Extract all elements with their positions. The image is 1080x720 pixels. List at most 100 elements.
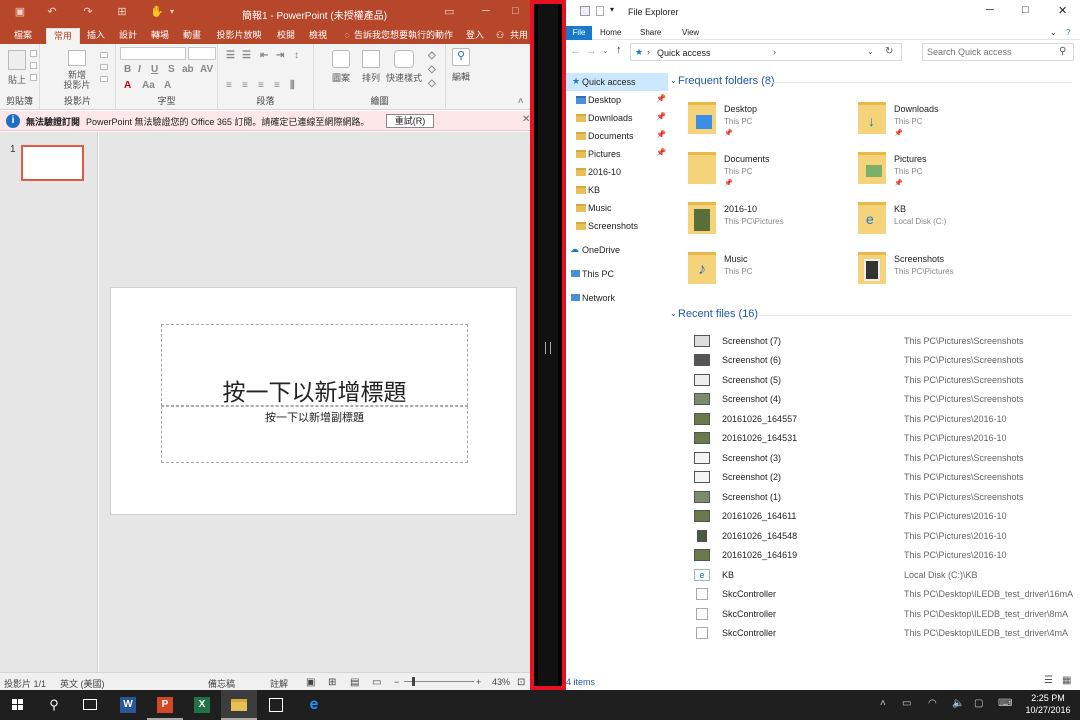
qat-dropdown-icon[interactable]: ▾ [610,5,614,14]
find-icon[interactable]: ⚲ [452,48,470,66]
folder-tile-downloads[interactable]: ↓ Downloads This PC 📌 [858,102,1028,146]
line-spacing-icon[interactable]: ↕ [294,50,299,61]
address-bar[interactable]: ★ › Quick access › ⌄ ↻ [630,43,902,61]
clock[interactable]: 2:25 PM 10/27/2016 [1020,692,1076,716]
nav-item-kb[interactable]: KB [566,181,668,199]
recent-file-row[interactable]: 20161026_164619 This PC\Pictures\2016-10 [694,546,1080,565]
recent-files-header[interactable]: Recent files (16) [678,308,758,320]
font-name-select[interactable] [120,47,186,60]
touch-mode-icon[interactable]: ✋ [150,6,164,18]
recent-file-row[interactable]: e KB Local Disk (C:)\KB [694,566,1080,585]
expand-ribbon-icon[interactable]: ⌄ [1050,26,1057,40]
back-icon[interactable]: ← [570,45,581,57]
underline-icon[interactable]: U [151,64,158,75]
new-slide-button[interactable]: 新增 投影片 [56,70,98,90]
folder-tile-music[interactable]: ♪ Music This PC [688,252,858,296]
folder-tile-2016-10[interactable]: 2016-10 This PC\Pictures [688,202,858,246]
file-explorer-taskbar-icon[interactable] [221,690,257,720]
decrease-indent-icon[interactable]: ⇤ [260,50,268,61]
shapes-button[interactable]: 圖案 [326,71,356,84]
search-input[interactable] [927,46,1055,58]
snap-divider[interactable] [530,0,566,690]
zoom-out-icon[interactable]: − [394,677,399,687]
fit-slide-icon[interactable]: ⊡ [517,677,525,688]
format-painter-icon[interactable] [30,74,37,81]
nav-item-desktop[interactable]: Desktop 📌 [566,91,668,109]
tab-insert[interactable]: 插入 [82,28,110,44]
folder-tile-pictures[interactable]: Pictures This PC 📌 [858,152,1028,196]
recent-file-row[interactable]: Screenshot (3) This PC\Pictures\Screensho… [694,449,1080,468]
divider-handle[interactable] [545,342,551,354]
fe-tab-file[interactable]: File [566,26,592,40]
presenter-icon[interactable]: ⊞ [116,6,128,18]
recent-file-row[interactable]: 20161026_164611 This PC\Pictures\2016-10 [694,507,1080,526]
retry-button[interactable]: 重試(R) [386,114,434,128]
nav-item-2016-10[interactable]: 2016-10 [566,163,668,181]
properties-icon[interactable] [580,6,590,16]
tab-file[interactable]: 檔案 [6,28,40,44]
tab-design[interactable]: 設計 [114,28,142,44]
breadcrumb-chevron-icon[interactable]: › [647,47,650,57]
search-box[interactable]: ⚲ [922,43,1074,61]
recent-file-row[interactable]: 20161026_164531 This PC\Pictures\2016-10 [694,429,1080,448]
powerpoint-taskbar-icon[interactable]: P [147,690,183,720]
recent-file-row[interactable]: Screenshot (4) This PC\Pictures\Screensho… [694,390,1080,409]
slideshow-view-icon[interactable]: ▭ [372,677,381,688]
reset-icon[interactable] [100,64,108,70]
maximize-icon[interactable]: □ [512,5,519,17]
tab-slideshow[interactable]: 投影片放映 [212,28,266,44]
numbering-icon[interactable]: ☰ [242,50,251,61]
recent-file-row[interactable]: Screenshot (1) This PC\Pictures\Screensho… [694,488,1080,507]
collapse-chevron-icon[interactable]: ⌄ [670,76,677,85]
excel-icon[interactable]: X [184,690,220,720]
new-folder-qat-icon[interactable] [596,6,604,16]
tab-transitions[interactable]: 轉場 [146,28,174,44]
tell-me-box[interactable]: 告訴我您想要執行的動作 [354,28,454,44]
reading-view-icon[interactable]: ▤ [350,677,359,688]
shape-outline-icon[interactable]: ◇ [428,64,436,75]
address-dropdown-icon[interactable]: ⌄ [867,47,874,56]
italic-icon[interactable]: I [138,64,141,75]
zoom-level[interactable]: 43% [492,677,510,687]
qat-customize-icon[interactable]: ▾ [166,6,178,18]
recent-dropdown-icon[interactable]: ⌄ [602,46,609,55]
quick-styles-icon[interactable] [394,50,414,68]
clear-format-icon[interactable]: A [164,80,171,91]
refresh-icon[interactable]: ↻ [885,46,893,57]
tab-view[interactable]: 檢視 [304,28,332,44]
start-button[interactable] [0,690,36,720]
bullets-icon[interactable]: ☰ [226,50,235,61]
align-right-icon[interactable]: ≡ [258,80,264,91]
nav-item-music[interactable]: Music [566,199,668,217]
shapes-icon[interactable] [332,50,350,68]
word-icon[interactable]: W [110,690,146,720]
minimize-icon[interactable]: ─ [482,5,490,17]
recent-file-row[interactable]: SkcController This PC\Desktop\ILEDB_test_… [694,624,1080,643]
search-icon[interactable]: ⚲ [1059,46,1066,57]
redo-icon[interactable]: ↷ [82,6,94,18]
shape-effects-icon[interactable]: ◇ [428,78,436,89]
nav-item-pictures[interactable]: Pictures 📌 [566,145,668,163]
folder-tile-kb[interactable]: e KB Local Disk (C:) [858,202,1028,246]
forward-icon[interactable]: → [586,45,597,57]
bold-icon[interactable]: B [124,64,131,75]
language-status[interactable]: 英文 (美國) [60,677,105,690]
signin-link[interactable]: 登入 [464,28,486,44]
breadcrumb-chevron-icon[interactable]: › [773,47,776,57]
large-icons-view-icon[interactable]: ▦ [1062,675,1071,686]
fe-close-icon[interactable]: ✕ [1058,4,1067,17]
nav-item-screenshots[interactable]: Screenshots [566,217,668,235]
shape-fill-icon[interactable]: ◇ [428,50,436,61]
fe-tab-share[interactable]: Share [640,26,661,40]
edge-icon[interactable]: e [296,690,332,720]
folder-tile-screenshots[interactable]: Screenshots This PC\Pictures [858,252,1028,296]
notes-button[interactable]: 備忘稿 [208,677,235,690]
battery-icon[interactable]: ▭ [902,698,911,709]
justify-icon[interactable]: ≡ [274,80,280,91]
share-button[interactable]: 共用 [508,28,530,44]
arrange-icon[interactable] [362,50,380,68]
task-view-icon[interactable] [72,690,108,720]
font-color-icon[interactable]: A [124,80,131,91]
keyboard-icon[interactable]: ⌨ [998,698,1012,709]
columns-icon[interactable]: ⫼ [290,80,295,91]
